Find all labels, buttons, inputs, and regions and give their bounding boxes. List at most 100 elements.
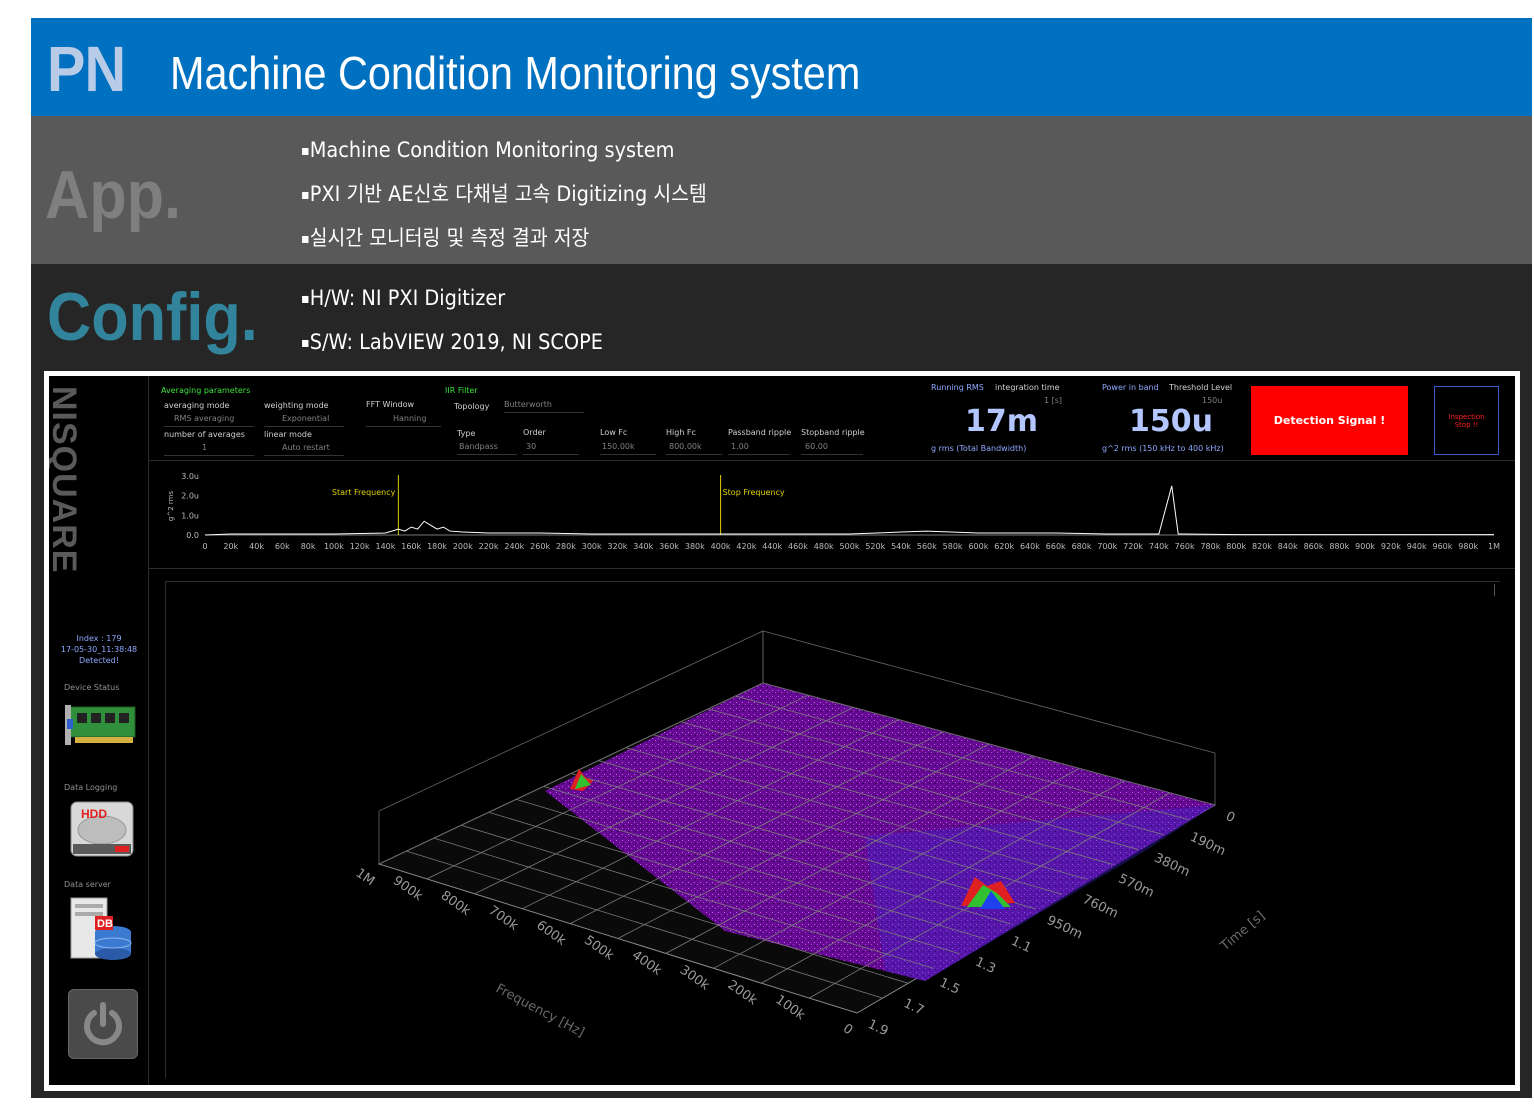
- labview-front-panel: NISQUARE Index : 179 17-05-30_11:38:48 D…: [49, 376, 1515, 1085]
- linear-mode-select[interactable]: Auto restart: [264, 443, 344, 456]
- order-input[interactable]: 30: [523, 442, 579, 455]
- time-tick-label: 1.3: [973, 955, 998, 977]
- labview-screenshot: NISQUARE Index : 179 17-05-30_11:38:48 D…: [44, 371, 1520, 1091]
- time-tick-label: 1.7: [901, 996, 926, 1018]
- stopband-ripple-label: Stopband ripple: [801, 428, 865, 437]
- time-tick-label: 950m: [1044, 913, 1084, 942]
- low-fc-input[interactable]: 150.00k: [600, 442, 656, 455]
- frequency-tick-label: 700k: [486, 903, 521, 934]
- frequency-marker-label: Stop Frequency: [723, 488, 785, 497]
- frequency-tick-label: 1M: [353, 866, 378, 889]
- type-select[interactable]: Bandpass: [457, 442, 517, 455]
- power-icon: [84, 1002, 122, 1046]
- x-tick-label: 900k: [1355, 542, 1375, 551]
- x-tick-label: 600k: [968, 542, 988, 551]
- brand-logo: NISQUARE: [49, 386, 83, 574]
- x-tick-label: 920k: [1381, 542, 1401, 551]
- x-tick-label: 720k: [1123, 542, 1143, 551]
- x-tick-label: 0: [202, 542, 207, 551]
- num-averages-input[interactable]: 1: [164, 443, 254, 456]
- fft-window-select[interactable]: Hanning: [366, 414, 441, 427]
- x-tick-label: 420k: [736, 542, 756, 551]
- passband-ripple-input[interactable]: 1.00: [728, 442, 790, 455]
- time-tick-label: 0: [1223, 809, 1237, 826]
- app-label: App.: [45, 157, 181, 233]
- fft-window-label: FFT Window: [366, 400, 415, 409]
- linear-mode-label: linear mode: [264, 430, 312, 439]
- x-tick-label: 540k: [891, 542, 911, 551]
- averaging-mode-select[interactable]: RMS averaging: [164, 414, 254, 427]
- x-tick-label: 660k: [1046, 542, 1066, 551]
- y-tick-label: 2.0u: [181, 492, 199, 501]
- num-averages-label: number of averages: [164, 430, 245, 439]
- x-tick-label: 440k: [762, 542, 782, 551]
- high-fc-input[interactable]: 800.00k: [666, 442, 722, 455]
- x-tick-label: 960k: [1432, 542, 1452, 551]
- topology-select[interactable]: Butterworth: [504, 400, 584, 413]
- x-tick-label: 860k: [1304, 542, 1324, 551]
- config-bullet: S/W: LabVIEW 2019, NI SCOPE: [301, 320, 603, 364]
- x-tick-label: 280k: [556, 542, 576, 551]
- power-in-band-value: 150u: [1129, 404, 1213, 439]
- config-bullet-list: H/W: NI PXI Digitizer S/W: LabVIEW 2019,…: [301, 276, 629, 364]
- app-bullet: 실시간 모니터링 및 측정 결과 저장: [301, 216, 707, 260]
- x-tick-label: 240k: [504, 542, 524, 551]
- app-bullet: PXI 기반 AE신호 다채널 고속 Digitizing 시스템: [301, 172, 707, 216]
- high-fc-label: High Fc: [666, 428, 696, 437]
- weighting-mode-label: weighting mode: [264, 401, 329, 410]
- x-tick-label: 1M: [1488, 542, 1500, 551]
- power-in-band-unit: g^2 rms (150 kHz to 400 kHz): [1102, 444, 1224, 453]
- stopband-ripple-input[interactable]: 60.00: [801, 442, 863, 455]
- frequency-tick-label: 0: [840, 1021, 855, 1038]
- divider: [149, 568, 1515, 569]
- passband-ripple-label: Passband ripple: [728, 428, 792, 437]
- x-tick-label: 480k: [814, 542, 834, 551]
- pn-logo: PN: [47, 33, 126, 105]
- order-label: Order: [523, 428, 546, 437]
- x-tick-label: 840k: [1278, 542, 1298, 551]
- pxi-card-icon[interactable]: [65, 701, 139, 751]
- integration-time-value[interactable]: 1 [s]: [1044, 396, 1062, 405]
- time-tick-label: 190m: [1188, 830, 1228, 859]
- waterfall-3d-surface[interactable]: 0100k200k300k400k500k600k700k800k900k1M …: [165, 581, 1500, 1078]
- app-bullet: Machine Condition Monitoring system: [301, 128, 707, 172]
- time-tick-label: 1.9: [865, 1017, 890, 1039]
- hdd-icon[interactable]: HDD: [69, 798, 135, 862]
- weighting-mode-select[interactable]: Exponential: [264, 414, 344, 427]
- x-tick-label: 700k: [1097, 542, 1117, 551]
- x-tick-label: 160k: [401, 542, 421, 551]
- x-tick-label: 120k: [350, 542, 370, 551]
- device-status-label: Device Status: [64, 683, 120, 692]
- x-tick-label: 580k: [943, 542, 963, 551]
- frequency-tick-label: 300k: [677, 963, 712, 994]
- hdd-label: HDD: [81, 807, 107, 821]
- page-title: Machine Condition Monitoring system: [170, 47, 861, 99]
- x-tick-label: 780k: [1200, 542, 1220, 551]
- type-label: Type: [457, 429, 476, 438]
- x-tick-label: 620k: [994, 542, 1014, 551]
- x-tick-label: 640k: [1020, 542, 1040, 551]
- x-tick-label: 200k: [453, 542, 473, 551]
- x-tick-label: 60k: [275, 542, 290, 551]
- frequency-marker-label: Start Frequency: [332, 488, 396, 497]
- topology-label: Topology: [454, 402, 490, 411]
- detection-signal-indicator: Detection Signal !: [1251, 386, 1408, 455]
- inspection-stop-button[interactable]: Inspection Stop !!: [1434, 386, 1499, 455]
- x-tick-label: 500k: [840, 542, 860, 551]
- status-index: Index : 179: [76, 634, 122, 643]
- frequency-tick-label: 800k: [438, 888, 473, 919]
- x-tick-label: 220k: [479, 542, 499, 551]
- running-rms-value: 17m: [965, 404, 1039, 439]
- x-tick-label: 880k: [1329, 542, 1349, 551]
- y-tick-label: 0.0: [186, 531, 199, 540]
- time-tick-label: 380m: [1152, 851, 1192, 880]
- x-tick-label: 520k: [865, 542, 885, 551]
- time-tick-label: 570m: [1116, 871, 1156, 900]
- frequency-tick-label: 500k: [581, 933, 616, 964]
- power-button[interactable]: [68, 989, 138, 1059]
- app-section: App. Machine Condition Monitoring system…: [31, 116, 1532, 264]
- running-rms-unit: g rms (Total Bandwidth): [931, 444, 1027, 453]
- frequency-tick-label: 900k: [390, 873, 425, 904]
- x-tick-label: 260k: [530, 542, 550, 551]
- db-server-icon[interactable]: DB: [69, 894, 133, 966]
